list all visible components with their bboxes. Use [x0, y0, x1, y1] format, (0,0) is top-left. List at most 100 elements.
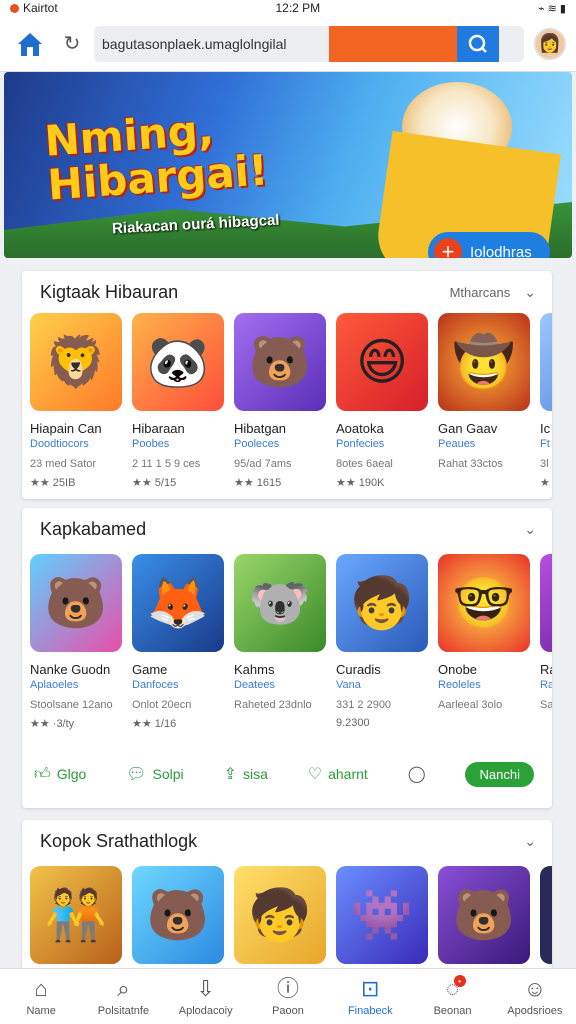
- app-tile[interactable]: 🐻 Nanke Guodn Aplaoeles Stoolsane 12ano ★★ ·…: [30, 554, 122, 730]
- app-tile[interactable]: 🐼 Ic Ft 3l ★: [540, 313, 552, 489]
- app-tile[interactable]: 😄 Aoatoka Ponfecies 8otes 6aeal ★★ 190K: [336, 313, 428, 489]
- nav-label: Polsitatnfe: [97, 1004, 150, 1017]
- app-tile[interactable]: 🦊 Game Danfoces Onlot 20ecn ★★ 1/16: [132, 554, 224, 730]
- app-category: Poobes: [132, 438, 170, 450]
- bottom-nav: ⌂ Name ⌕ Polsitatnfe ⇩ Aplodacoiy ⓘ Paoon ⊡ F…: [0, 968, 576, 1024]
- nav-item-downloads[interactable]: ⇩ Aplodacoiy: [165, 969, 247, 1024]
- app-icon: 🐨: [234, 554, 326, 652]
- app-icon: 👾: [336, 866, 428, 964]
- app-icon: 🐼: [540, 313, 552, 411]
- nav-item-bookmarks[interactable]: ⊡ Finabeck: [329, 969, 411, 1024]
- app-tile[interactable]: 🦁 Hiapain Can Doodtiocors 23 med Sator ★★ 25…: [30, 313, 122, 489]
- app-icon: 🐻: [438, 866, 530, 964]
- nav-item-search[interactable]: ⌕ Polsitatnfe: [82, 969, 164, 1024]
- app-icon: 🧒: [234, 866, 326, 964]
- app-category: Doodtiocors: [30, 438, 89, 450]
- record-icon: [10, 3, 19, 13]
- app-category: Aplaoeles: [30, 679, 79, 691]
- app-tile[interactable]: 🐻: [438, 866, 530, 964]
- primary-action-button[interactable]: Nanchi: [465, 761, 534, 787]
- app-category: Pooleces: [234, 438, 280, 450]
- reload-icon: ↻: [63, 33, 81, 55]
- more-button[interactable]: ◯: [408, 764, 426, 784]
- app-rating: ★★ 1615: [234, 477, 282, 489]
- app-category: Ft: [540, 438, 550, 450]
- app-row: 🧑‍🤝‍🧑 🐻 🧒 👾 🐻: [22, 866, 552, 964]
- section-title: Kopok Srathathlogk: [40, 830, 198, 851]
- browser-toolbar: ↻ bagutasonplaek.umaglolngilal 👩: [0, 16, 576, 72]
- address-bar[interactable]: bagutasonplaek.umaglolngilal: [94, 25, 524, 62]
- nav-item-home[interactable]: ⌂ Name: [0, 969, 82, 1024]
- chevron-down-icon[interactable]: ⌄: [524, 521, 536, 538]
- app-tile[interactable]: 🐻 Hibatgan Pooleces 95/ad 7ams ★★ 1615: [234, 313, 326, 489]
- app-meta: Raheted 23dnlo: [234, 699, 312, 711]
- app-meta: 2 11 1 5 9 ces: [132, 458, 201, 470]
- nav-label: Apodsrioes: [507, 1004, 563, 1017]
- chevron-down-icon[interactable]: ⌄: [524, 833, 536, 850]
- banner-cta-button[interactable]: + Iolodhras: [428, 232, 550, 258]
- app-meta: Sa: [540, 699, 552, 711]
- nav-label: Name: [26, 1004, 56, 1017]
- app-icon: 🐼: [132, 313, 224, 411]
- nav-label: Paoon: [272, 1004, 304, 1017]
- nav-item-profile[interactable]: ☺ Apodsrioes: [494, 969, 576, 1024]
- app-tile[interactable]: 🤠 Gan Gaav Peaues Rahat 33ctos: [438, 313, 530, 489]
- notification-badge: •: [453, 975, 466, 987]
- app-tile[interactable]: 🧒: [234, 866, 326, 964]
- search-button[interactable]: [457, 25, 499, 62]
- app-tile[interactable]: 🐨 Kahms Deatees Raheted 23dnlo: [234, 554, 326, 730]
- nav-label: Beonan: [433, 1004, 472, 1017]
- nav-label: Aplodacoiy: [178, 1004, 233, 1017]
- app-icon: 🧑‍🤝‍🧑: [30, 866, 122, 964]
- like-button[interactable]: 👍︎ Glgo: [34, 765, 86, 784]
- status-icons: ⌁ ≋ ▮: [537, 2, 566, 15]
- download-icon: ⇩: [196, 975, 215, 1001]
- status-bar: Kairtot 12:2 PM ⌁ ≋ ▮: [0, 0, 576, 16]
- section-more-link[interactable]: Mtharcans: [450, 285, 511, 300]
- app-rating: ★: [540, 477, 550, 489]
- promo-banner[interactable]: Nming, Hibargai! Riakacan ourá hibagcal …: [4, 72, 572, 258]
- app-category: Danfoces: [132, 679, 179, 691]
- chevron-down-icon[interactable]: ⌄: [524, 284, 536, 301]
- app-tile[interactable]: 🎮 Ra Ra Sa: [540, 554, 552, 730]
- nav-item-info[interactable]: ⓘ Paoon: [247, 969, 329, 1024]
- app-name: Hibaraan: [132, 421, 185, 436]
- app-tile[interactable]: 🐻: [132, 866, 224, 964]
- app-name: Ic: [540, 421, 551, 436]
- app-name: Game: [132, 662, 168, 677]
- app-name: Hibatgan: [234, 421, 287, 436]
- search-icon: [468, 34, 487, 53]
- avatar[interactable]: 👩: [534, 27, 566, 60]
- app-meta: 3l: [540, 458, 549, 470]
- app-name: Aoatoka: [336, 421, 384, 436]
- clock: 12:2 PM: [275, 1, 321, 15]
- app-icon: 🦁: [30, 313, 122, 411]
- app-icon: 😄: [336, 313, 428, 411]
- nav-item-messages[interactable]: ◌ • Beonan: [411, 969, 493, 1024]
- banner-cta-label: Iolodhras: [470, 243, 532, 259]
- app-tile[interactable]: 🧑‍🤝‍🧑: [30, 866, 122, 964]
- app-category: Peaues: [438, 438, 476, 450]
- favorite-button[interactable]: ♡ aharnt: [308, 764, 368, 784]
- app-icon: 🐻: [132, 866, 224, 964]
- like-label: Glgo: [56, 766, 87, 782]
- section-card-2: Kapkabamed ⌄ 🐻 Nanke Guodn Aplaoeles Stools…: [22, 508, 552, 808]
- app-tile[interactable]: 🤓 Onobe Reoleles Aarleeal 3olo: [438, 554, 530, 730]
- url-text: bagutasonplaek.umaglolngilal: [102, 35, 287, 52]
- app-meta: 331 2 2900: [336, 699, 392, 711]
- reload-button[interactable]: ↻: [60, 31, 84, 56]
- share-button[interactable]: ⇪ sisa: [224, 764, 268, 784]
- app-icon: 🎮: [540, 554, 552, 652]
- home-button[interactable]: [10, 24, 50, 64]
- app-tile[interactable]: 🧒 Curadis Vana 331 2 2900 9.2300: [336, 554, 428, 730]
- app-rating: ★★ 5/15: [132, 477, 177, 489]
- comment-button[interactable]: 💬︎ Solpi: [126, 764, 183, 784]
- app-icon: 🐻: [30, 554, 122, 652]
- bookmark-icon: ⊡: [361, 975, 380, 1001]
- app-tile[interactable]: 🐼 Hibaraan Poobes 2 11 1 5 9 ces ★★ 5/15: [132, 313, 224, 489]
- home-icon: ⌂: [34, 975, 48, 1001]
- app-tile[interactable]: [540, 866, 552, 964]
- app-row: 🐻 Nanke Guodn Aplaoeles Stoolsane 12ano ★★ ·…: [22, 554, 552, 730]
- app-tile[interactable]: 👾: [336, 866, 428, 964]
- favorite-label: aharnt: [328, 766, 368, 782]
